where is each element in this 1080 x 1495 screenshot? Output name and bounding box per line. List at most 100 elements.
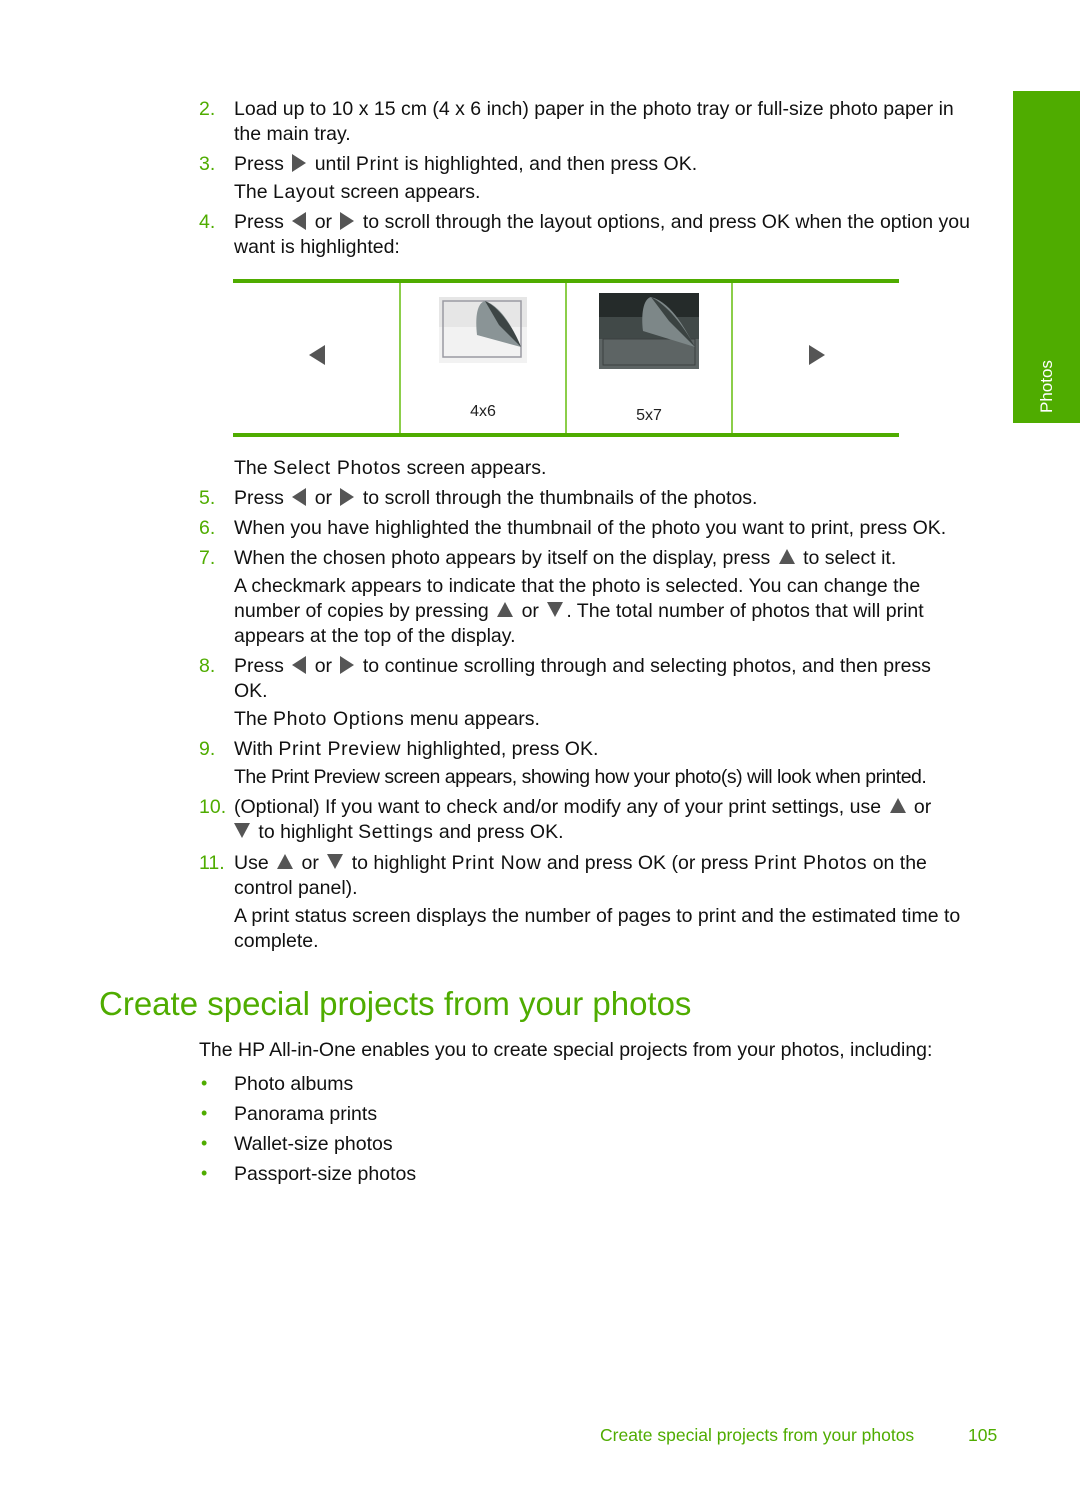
layout-option-4x6: 4x6	[401, 283, 565, 433]
step-text: Press or to scroll through the layout op…	[234, 210, 970, 235]
step-text: With Print Preview highlighted, press OK…	[234, 737, 598, 762]
ui-term: Photo Options	[273, 708, 405, 730]
list-item: Wallet-size photos	[234, 1133, 393, 1155]
down-arrow-icon	[547, 602, 564, 618]
chapter-tab-label: Photos	[1037, 360, 1056, 413]
step-text: control panel).	[234, 877, 358, 899]
text: . The total number of photos that will p…	[566, 600, 924, 622]
text: Press	[234, 487, 284, 509]
text: or	[521, 600, 539, 622]
ui-term: Print Preview	[278, 738, 402, 760]
text: The	[234, 766, 267, 788]
ui-term: Print Now	[451, 852, 542, 874]
text: or	[314, 211, 333, 233]
ui-term: Select Photos	[273, 457, 402, 479]
step-text: When the chosen photo appears by itself …	[234, 546, 896, 571]
list-item: Passport-size photos	[234, 1163, 417, 1185]
up-arrow-icon	[889, 798, 906, 814]
list-item: Photo albums	[234, 1073, 354, 1095]
text: screen appears, showing how your photo(s…	[384, 766, 927, 788]
step-number: 8.	[199, 655, 216, 677]
text: to scroll through the thumbnails of the …	[362, 487, 758, 509]
section-intro: The HP All-in-One enables you to create …	[199, 1039, 933, 1061]
text: to scroll through the layout options, an…	[362, 211, 970, 233]
text: The	[234, 181, 268, 203]
step-text: The Print Preview screen appears, showin…	[234, 765, 927, 790]
step-text: OK.	[234, 680, 268, 702]
text: screen appears.	[340, 181, 481, 203]
text: or	[913, 796, 932, 818]
bullet-icon: •	[201, 1073, 208, 1093]
text: until	[314, 153, 351, 175]
ui-term: Print Preview	[271, 766, 380, 788]
step-number: 4.	[199, 211, 216, 233]
step-text: the main tray.	[234, 123, 351, 145]
up-arrow-icon	[497, 602, 514, 618]
left-arrow-icon	[292, 211, 307, 230]
text: to select it.	[803, 547, 897, 569]
footer-section-title: Create special projects from your photos	[600, 1425, 915, 1445]
ui-term: Settings	[358, 821, 434, 843]
step-text: to highlight Settings and press OK.	[234, 820, 564, 845]
text: and press OK.	[438, 821, 564, 843]
step-number: 9.	[199, 738, 216, 760]
text: Use	[234, 852, 269, 874]
right-arrow-icon	[340, 487, 355, 506]
step-number: 3.	[199, 153, 216, 175]
text: number of copies by pressing	[234, 600, 489, 622]
step-text: The Layout screen appears.	[234, 180, 480, 205]
ui-term: Print	[355, 153, 400, 175]
down-arrow-icon	[234, 823, 250, 839]
step-text: The Photo Options menu appears.	[234, 707, 540, 732]
text: When the chosen photo appears by itself …	[234, 547, 771, 569]
text: or	[301, 852, 319, 874]
text: With	[234, 738, 273, 760]
text: Press	[234, 211, 284, 233]
step-number: 2.	[199, 98, 216, 120]
text: or	[314, 487, 333, 509]
step-text: complete.	[234, 930, 319, 952]
step-text: want is highlighted:	[234, 236, 400, 258]
step-text: Load up to 10 x 15 cm (4 x 6 inch) paper…	[234, 98, 954, 120]
step-number: 10.	[199, 796, 227, 818]
photo-5x7-icon	[599, 293, 699, 369]
text: to highlight	[258, 821, 353, 843]
text: menu appears.	[409, 708, 540, 730]
table-divider	[731, 283, 733, 433]
step-text: Use or to highlight Print Now and press …	[234, 851, 927, 876]
text: to highlight	[351, 852, 447, 874]
text: The	[234, 708, 268, 730]
text: is highlighted, and then press OK.	[404, 153, 698, 175]
left-arrow-icon	[292, 487, 307, 506]
text: or	[314, 655, 333, 677]
bullet-icon: •	[201, 1103, 208, 1123]
step-text: The Select Photos screen appears.	[234, 456, 546, 481]
photo-4x6-icon	[439, 297, 527, 363]
step-number: 11.	[199, 852, 225, 874]
right-arrow-icon	[292, 153, 307, 172]
step-text: appears at the top of the display.	[234, 625, 516, 647]
step-text: A print status screen displays the numbe…	[234, 905, 961, 927]
step-text: (Optional) If you want to check and/or m…	[234, 795, 931, 820]
step-text: When you have highlighted the thumbnail …	[234, 517, 947, 539]
layout-option-label: 5x7	[636, 407, 662, 424]
step-number: 5.	[199, 487, 216, 509]
left-arrow-icon	[292, 655, 307, 674]
bullet-icon: •	[201, 1133, 208, 1153]
layout-options-table: 4x6 5x7	[233, 279, 899, 437]
up-arrow-icon	[778, 549, 795, 565]
chapter-tab: Photos	[1013, 91, 1080, 423]
up-arrow-icon	[277, 854, 294, 870]
step-number: 7.	[199, 547, 216, 569]
step-text: Press or to continue scrolling through a…	[234, 654, 931, 679]
step-text: Press until Print is highlighted, and th…	[234, 152, 697, 177]
ui-term: Print Photos	[753, 852, 868, 874]
section-heading: Create special projects from your photos	[99, 985, 692, 1022]
text: Press	[234, 153, 284, 175]
table-bottom-rule	[233, 433, 899, 437]
down-arrow-icon	[327, 854, 344, 870]
page-number: 105	[968, 1425, 998, 1445]
bullet-icon: •	[201, 1163, 208, 1183]
layout-option-5x7: 5x7	[567, 283, 731, 433]
text: Press	[234, 655, 284, 677]
